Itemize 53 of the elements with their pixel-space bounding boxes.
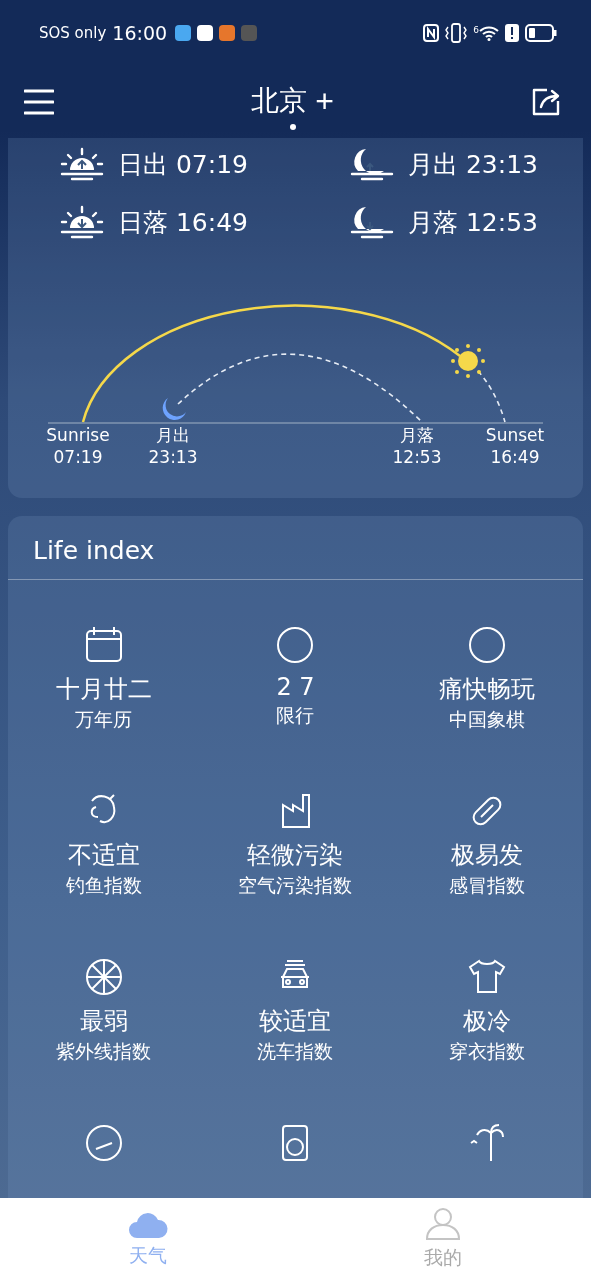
- arc-label-text: 月落: [400, 424, 434, 446]
- index-label-text: 中国象棋: [449, 707, 526, 732]
- index-value-text: 不适宜: [67, 840, 140, 871]
- index-value-text: 轻微污染: [247, 840, 344, 871]
- menu-button[interactable]: [24, 89, 54, 115]
- index-label-text: 穿衣指数: [449, 1039, 526, 1064]
- arc-time-text: 23:13: [148, 446, 198, 468]
- arc-label-text: Sunrise: [46, 424, 110, 446]
- wifi-label-text: 6: [473, 25, 479, 35]
- nfc-icon: [423, 24, 440, 42]
- time-text: 月出 23:13: [408, 148, 538, 181]
- arc-label-text: 月出: [156, 424, 190, 446]
- index-value-text: 极冷: [463, 1006, 512, 1037]
- index-value-text: 较适宜: [259, 1006, 332, 1037]
- carrier-text: SOS only: [39, 24, 107, 42]
- moonrise-icon: [350, 146, 394, 182]
- index-label-text: 感冒指数: [449, 873, 526, 898]
- add-city-button[interactable]: +: [315, 85, 334, 117]
- arc-time-text: 07:19: [53, 446, 103, 468]
- battery-icon: [525, 24, 557, 42]
- index-label-text: 万年历: [75, 707, 133, 732]
- moon-icon: [162, 398, 186, 420]
- arc-time-text: 12:53: [392, 446, 442, 468]
- vibrate-icon: [445, 23, 468, 43]
- index-label-text: 空气污染指数: [238, 873, 353, 898]
- wifi-icon: [479, 25, 499, 41]
- index-value-text: 十月廿二: [55, 674, 152, 705]
- index-value-text: 极易发: [451, 840, 524, 871]
- sunset-icon: [60, 204, 104, 240]
- index-value-text: 痛快畅玩: [439, 674, 536, 705]
- calendar-icon: [83, 625, 124, 665]
- index-label-text: 限行: [276, 703, 315, 728]
- moonset-icon: [350, 204, 394, 240]
- time-text: 月落 12:53: [408, 206, 538, 239]
- sun-remaining-path: [477, 370, 506, 423]
- time-text: 日落 16:49: [118, 206, 248, 239]
- index-value-text: 2 7: [276, 673, 315, 701]
- clock-text: 16:00: [112, 22, 168, 44]
- share-button[interactable]: [531, 87, 561, 117]
- time-text: 日出 07:19: [118, 148, 248, 181]
- index-value-text: 最弱: [79, 1006, 128, 1037]
- index-label-text: 钓鱼指数: [65, 873, 142, 898]
- alert-icon: [505, 24, 519, 42]
- index-label-text: 紫外线指数: [56, 1039, 152, 1064]
- life-index-title: Life index: [8, 516, 583, 580]
- sun-icon: [451, 344, 485, 378]
- sunrise-icon: [60, 146, 104, 182]
- index-label-text: 洗车指数: [257, 1039, 334, 1064]
- arc-label-text: Sunset: [485, 424, 545, 446]
- tab-button[interactable]: 天气: [0, 1198, 296, 1280]
- tab-button[interactable]: 我的: [295, 1198, 591, 1280]
- city-title: 北京: [251, 83, 308, 119]
- arc-time-text: 16:49: [490, 446, 540, 468]
